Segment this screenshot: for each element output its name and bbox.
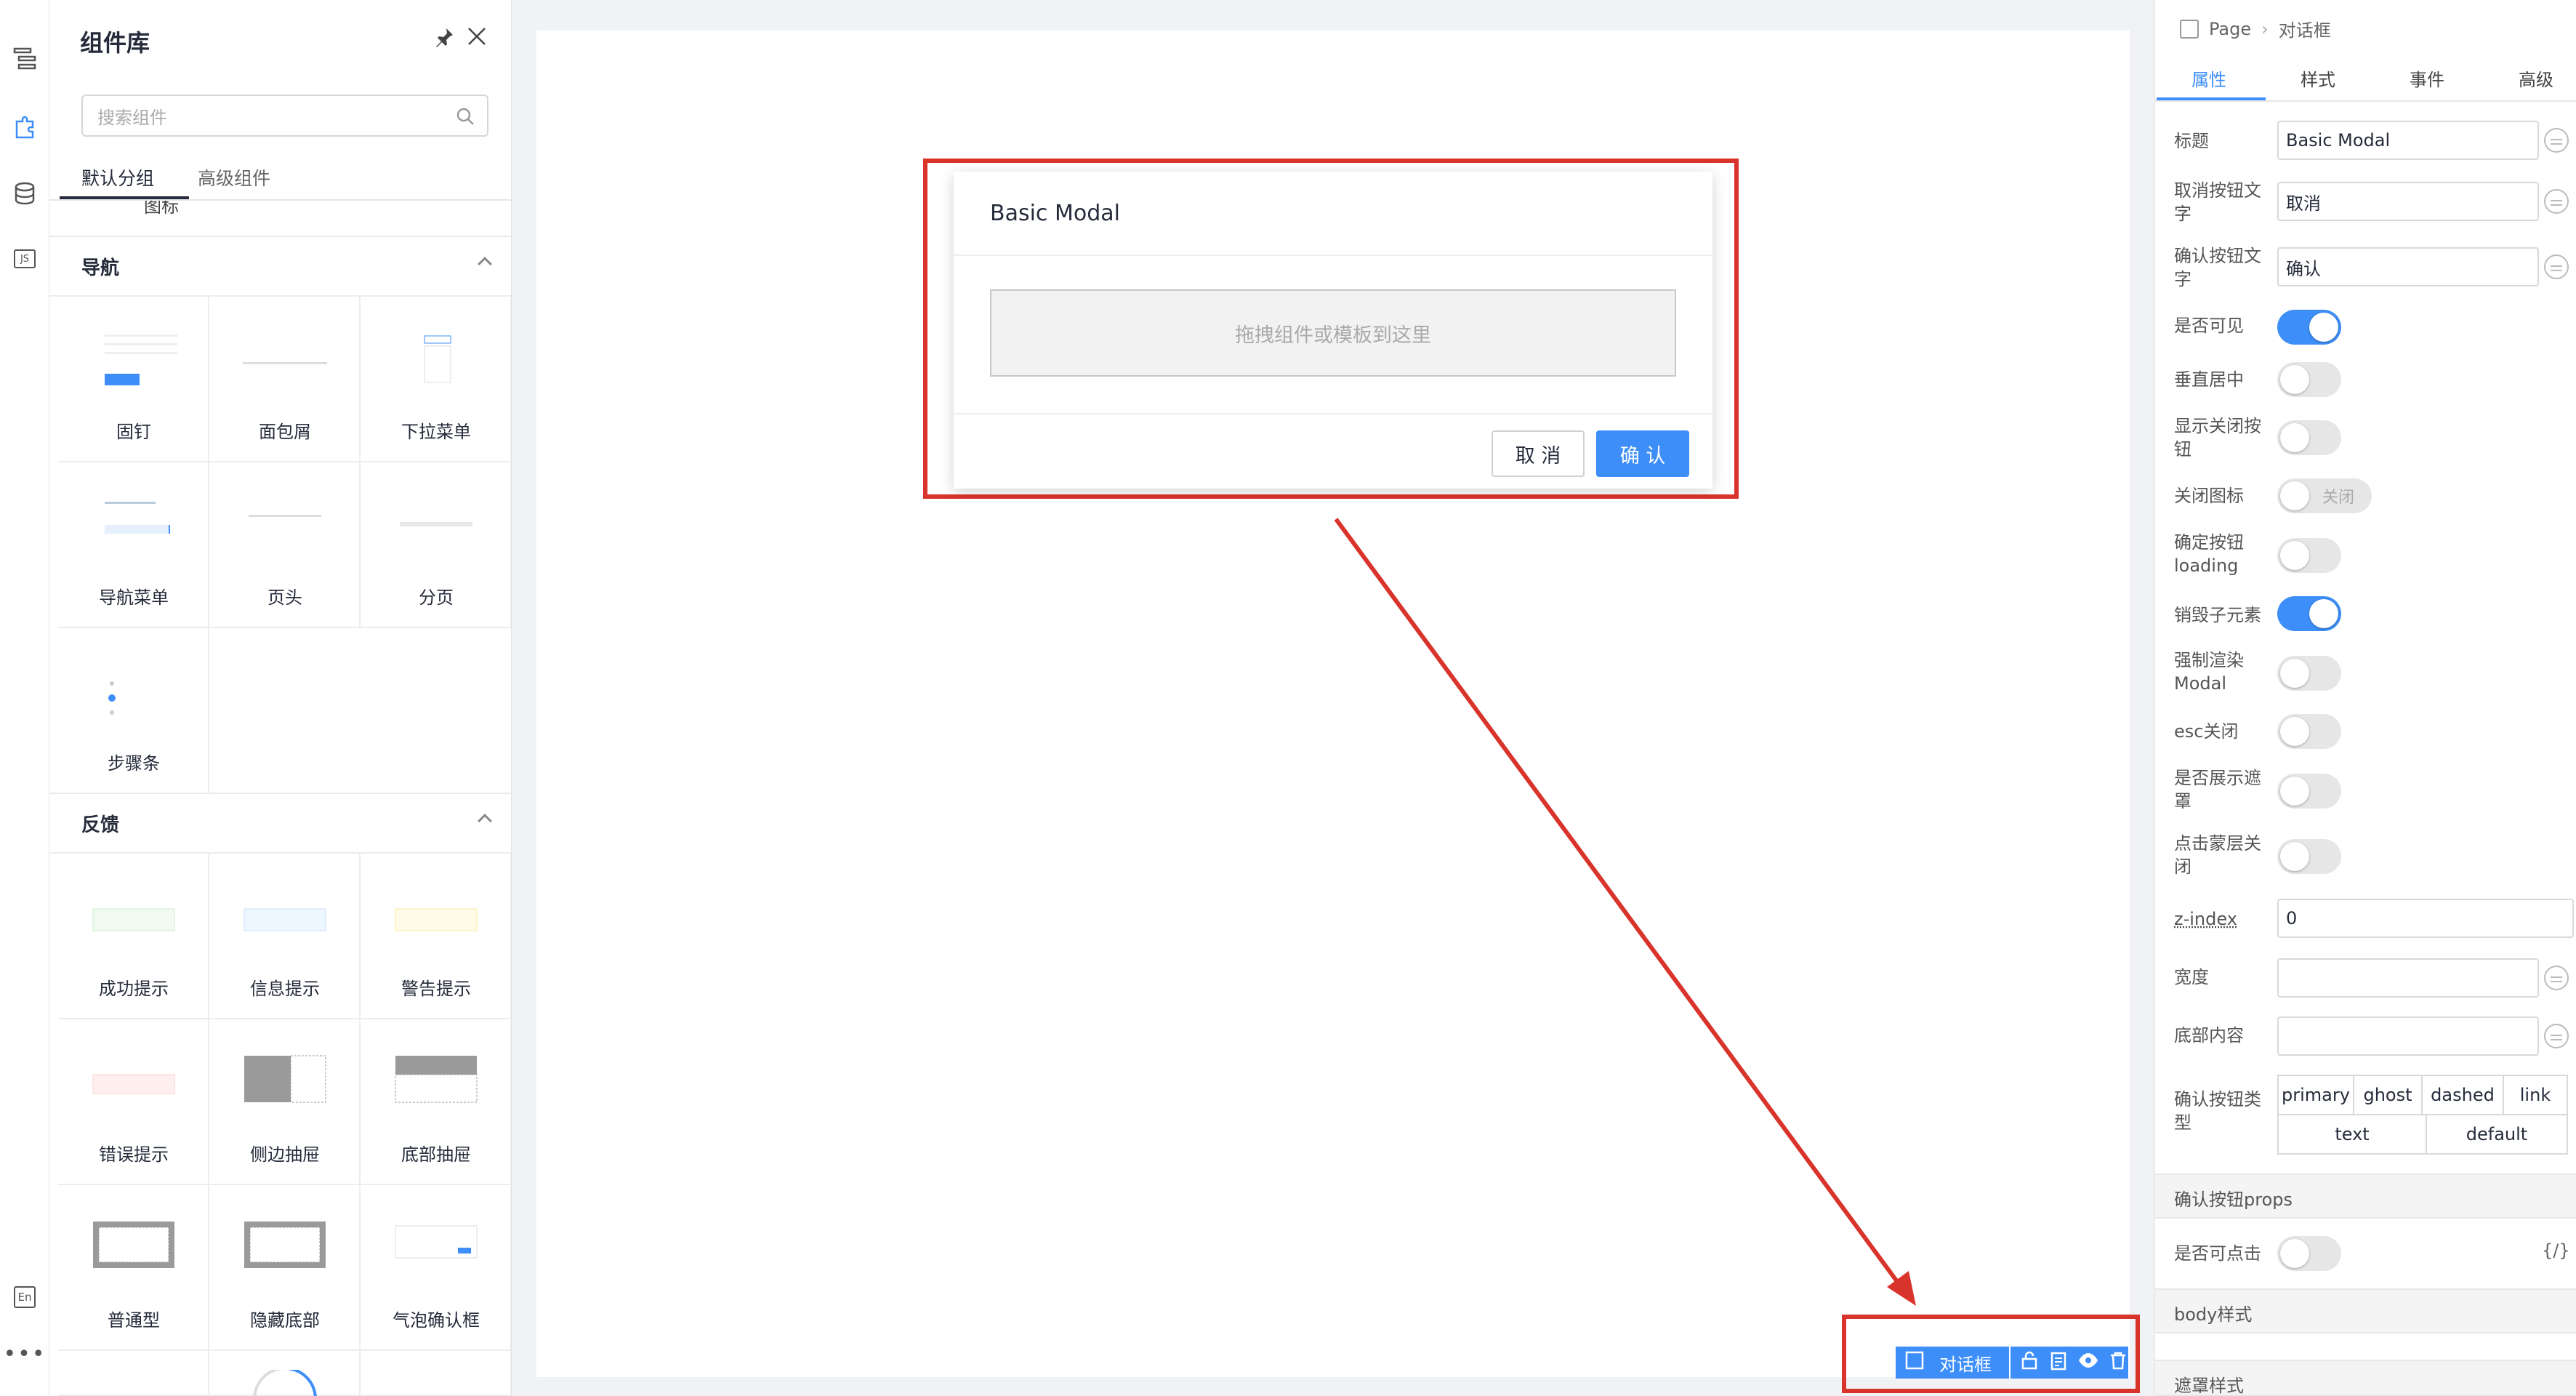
bind-variable-icon[interactable] (2544, 254, 2569, 279)
force-render-switch[interactable] (2277, 656, 2341, 691)
ok-loading-label: 确定按钮loading (2174, 532, 2244, 576)
close-icon-label: 关闭图标 (2174, 486, 2244, 506)
code-icon[interactable]: {/} (2542, 1240, 2570, 1261)
width-input[interactable] (2277, 958, 2539, 998)
section-ok-props[interactable]: 确认按钮props (2155, 1174, 2576, 1219)
cancel-text-input[interactable]: 取消 (2277, 182, 2539, 221)
zindex-input[interactable]: 0 (2277, 899, 2574, 938)
breadcrumb: Page › 对话框 (2180, 16, 2331, 41)
title-input[interactable]: Basic Modal (2277, 121, 2539, 160)
mask-switch[interactable] (2277, 774, 2341, 809)
divider (2155, 100, 2576, 102)
visible-switch[interactable] (2277, 310, 2341, 345)
tab-advanced[interactable]: 高级 (2519, 65, 2553, 91)
page-icon (2180, 19, 2199, 39)
breadcrumb-item[interactable]: Page (2209, 19, 2251, 39)
delete-icon[interactable] (2108, 1350, 2128, 1375)
switch-text: 关闭 (2322, 489, 2355, 507)
zindex-label: z-index (2174, 909, 2237, 929)
selection-toolbar: 对话框 (1896, 1347, 2128, 1379)
bind-variable-icon[interactable] (2544, 966, 2569, 990)
section-body-style[interactable]: body样式 (2155, 1288, 2576, 1333)
ok-text-input[interactable]: 确认 (2277, 247, 2539, 286)
visible-label: 是否可见 (2174, 316, 2244, 336)
mask-label: 是否展示遮罩 (2174, 768, 2261, 811)
width-label: 宽度 (2174, 967, 2209, 987)
modal-icon (1904, 1350, 1925, 1375)
mask-close-switch[interactable] (2277, 839, 2341, 874)
section-mask-style[interactable]: 遮罩样式 (2155, 1360, 2576, 1396)
section-title: 遮罩样式 (2174, 1376, 2244, 1396)
close-icon-switch[interactable]: 关闭 (2277, 478, 2372, 513)
breadcrumb-separator: › (2261, 18, 2269, 39)
tab-underline (2157, 97, 2266, 100)
breadcrumb-item: 对话框 (2278, 20, 2331, 41)
destroy-label: 销毁子元素 (2174, 605, 2261, 625)
destroy-switch[interactable] (2277, 596, 2341, 631)
cancel-text-label: 取消按钮文字 (2174, 180, 2261, 224)
section-title: body样式 (2174, 1304, 2253, 1325)
ok-type-text[interactable]: text (2277, 1114, 2427, 1155)
divider (2009, 1347, 2011, 1379)
clickable-label: 是否可点击 (2174, 1243, 2261, 1264)
selected-component-name[interactable]: 对话框 (1939, 1350, 2002, 1376)
tab-style[interactable]: 样式 (2301, 65, 2335, 91)
bind-variable-icon[interactable] (2544, 128, 2569, 153)
properties-panel: Page › 对话框 属性 样式 事件 高级 标题 Basic Modal 取消… (2154, 0, 2576, 1396)
footer-label: 底部内容 (2174, 1025, 2244, 1046)
closable-label: 显示关闭按钮 (2174, 416, 2261, 460)
ok-type-label: 确认按钮类型 (2174, 1089, 2261, 1133)
esc-close-switch[interactable] (2277, 714, 2341, 749)
ok-type-dashed[interactable]: dashed (2421, 1075, 2504, 1115)
section-title: 确认按钮props (2174, 1190, 2293, 1210)
centered-switch[interactable] (2277, 362, 2341, 397)
eye-icon[interactable] (2077, 1350, 2099, 1375)
ok-type-default[interactable]: default (2426, 1114, 2568, 1155)
force-render-label: 强制渲染Modal (2174, 650, 2244, 694)
bind-variable-icon[interactable] (2544, 1024, 2569, 1048)
tab-events[interactable]: 事件 (2410, 65, 2444, 91)
ok-type-ghost[interactable]: ghost (2353, 1075, 2423, 1115)
ok-type-link[interactable]: link (2503, 1075, 2568, 1115)
copy-icon[interactable] (2048, 1350, 2069, 1375)
ok-text-label: 确认按钮文字 (2174, 246, 2261, 289)
footer-input[interactable] (2277, 1016, 2539, 1056)
mask-close-label: 点击蒙层关闭 (2174, 833, 2261, 877)
bind-variable-icon[interactable] (2544, 189, 2569, 214)
clickable-switch[interactable] (2277, 1236, 2341, 1271)
closable-switch[interactable] (2277, 420, 2341, 455)
title-label: 标题 (2174, 131, 2209, 151)
tab-props[interactable]: 属性 (2191, 65, 2226, 91)
ok-type-primary[interactable]: primary (2277, 1075, 2354, 1115)
unlock-icon[interactable] (2019, 1350, 2040, 1375)
centered-label: 垂直居中 (2174, 369, 2244, 390)
esc-close-label: esc关闭 (2174, 721, 2239, 742)
ok-loading-switch[interactable] (2277, 538, 2341, 573)
